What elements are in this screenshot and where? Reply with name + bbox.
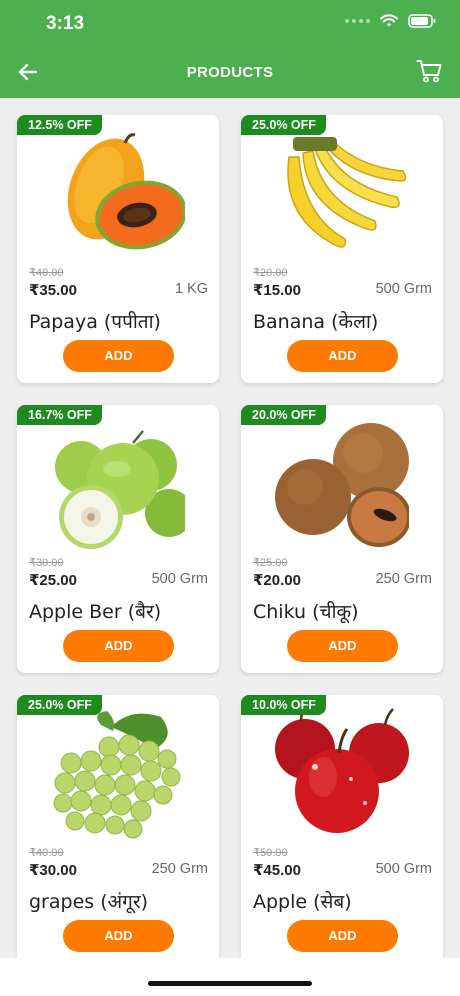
mrp-price: ₹30.00	[29, 557, 64, 569]
discount-badge: 20.0% OFF	[241, 405, 326, 425]
selling-price: ₹25.00	[29, 572, 77, 589]
selling-price: ₹30.00	[29, 862, 77, 879]
selling-price: ₹35.00	[29, 282, 77, 299]
discount-badge: 12.5% OFF	[17, 115, 102, 135]
product-card[interactable]: 25.0% OFF ₹40.00 ₹30.00 250 Grm grapes (…	[17, 695, 219, 963]
mrp-price: ₹40.00	[29, 847, 64, 859]
add-button[interactable]: ADD	[63, 630, 174, 662]
selling-price: ₹15.00	[253, 282, 301, 299]
grapes-image	[53, 711, 181, 839]
quantity-label: 250 Grm	[375, 571, 432, 587]
apple-image	[275, 708, 409, 833]
quantity-label: 1 KG	[174, 281, 208, 297]
cart-icon[interactable]	[416, 58, 442, 84]
add-button[interactable]: ADD	[287, 630, 398, 662]
wifi-icon	[380, 14, 398, 27]
mrp-price: ₹25.00	[253, 557, 288, 569]
home-indicator[interactable]	[148, 981, 312, 986]
signal-icon	[345, 19, 370, 23]
apple-ber-image	[55, 430, 185, 549]
add-button[interactable]: ADD	[287, 920, 398, 952]
product-card[interactable]: 20.0% OFF ₹25.00 ₹20.00 250 Grm Chiku (च…	[241, 405, 443, 673]
product-name: Apple (सेब)	[253, 891, 352, 913]
add-button[interactable]: ADD	[63, 920, 174, 952]
papaya-image	[67, 133, 185, 250]
product-card[interactable]: 10.0% OFF ₹50.00 ₹45.00 500 Grm Apple (स…	[241, 695, 443, 963]
selling-price: ₹45.00	[253, 862, 301, 879]
discount-badge: 10.0% OFF	[241, 695, 326, 715]
product-card[interactable]: 16.7% OFF ₹30.00 ₹25.00 500 Grm Apple Be…	[17, 405, 219, 673]
quantity-label: 250 Grm	[151, 861, 208, 877]
product-name: Papaya (पपीता)	[29, 311, 161, 333]
discount-badge: 25.0% OFF	[241, 115, 326, 135]
chiku-image	[275, 423, 409, 547]
selling-price: ₹20.00	[253, 572, 301, 589]
mrp-price: ₹50.00	[253, 847, 288, 859]
discount-badge: 25.0% OFF	[17, 695, 102, 715]
page-title: PRODUCTS	[186, 64, 274, 81]
quantity-label: 500 Grm	[151, 571, 208, 587]
banana-image	[287, 137, 407, 248]
product-name: Banana (केला)	[253, 311, 379, 333]
product-card[interactable]: 25.0% OFF ₹20.00 ₹15.00 500 Grm Banana (…	[241, 115, 443, 383]
battery-icon	[408, 14, 436, 28]
product-name: Apple Ber (बैर)	[29, 601, 162, 623]
product-name: grapes (अंगूर)	[29, 891, 149, 913]
quantity-label: 500 Grm	[375, 281, 432, 297]
add-button[interactable]: ADD	[63, 340, 174, 372]
status-icons	[345, 14, 436, 28]
add-button[interactable]: ADD	[287, 340, 398, 372]
home-bar-area	[0, 958, 460, 996]
app-header: 3:13 PRODUCTS	[0, 0, 460, 98]
status-time: 3:13	[46, 13, 85, 34]
product-name: Chiku (चीकू)	[253, 601, 359, 623]
mrp-price: ₹40.00	[29, 267, 64, 279]
discount-badge: 16.7% OFF	[17, 405, 102, 425]
mrp-price: ₹20.00	[253, 267, 288, 279]
quantity-label: 500 Grm	[375, 861, 432, 877]
product-card[interactable]: 12.5% OFF ₹40.00 ₹35.00 1 KG Papaya (पपी…	[17, 115, 219, 383]
